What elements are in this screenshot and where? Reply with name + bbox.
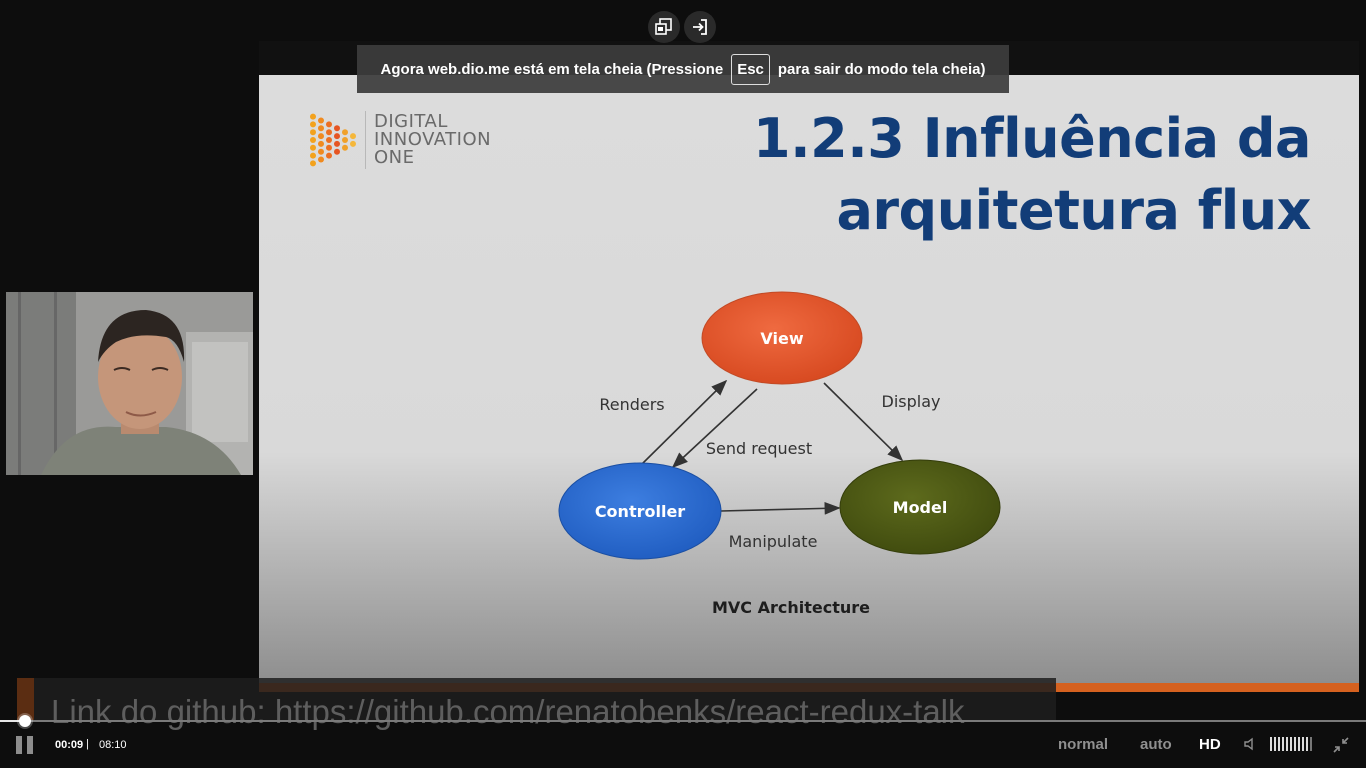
- top-controls: [648, 11, 716, 43]
- fullscreen-notice-before: Agora web.dio.me está em tela cheia (Pre…: [380, 60, 724, 78]
- exit-icon: [693, 19, 707, 35]
- exit-fullscreen-icon[interactable]: [1332, 736, 1350, 754]
- volume-bar: [1306, 737, 1308, 751]
- volume-icon[interactable]: [1243, 736, 1259, 752]
- edge-display-label: Display: [882, 392, 941, 411]
- time-separator: |: [86, 738, 89, 750]
- volume-bar: [1290, 737, 1292, 751]
- video-frame[interactable]: DIGITAL INNOVATION ONE 1.2.3 Influência …: [259, 41, 1359, 692]
- edge-send-request-label: Send request: [706, 439, 812, 458]
- volume-bar: [1286, 737, 1288, 751]
- diagram-caption: MVC Architecture: [712, 598, 870, 617]
- volume-slider[interactable]: [1270, 737, 1312, 751]
- volume-bar: [1270, 737, 1272, 751]
- webcam-video: [6, 292, 253, 475]
- picture-in-picture-icon: [655, 18, 672, 35]
- mvc-diagram: View Controller Model Renders Send reque…: [558, 291, 1001, 617]
- volume-bar: [1294, 737, 1296, 751]
- volume-bar: [1310, 737, 1312, 751]
- playback-speed-button[interactable]: normal: [1058, 736, 1108, 753]
- fullscreen-notice: Agora web.dio.me está em tela cheia (Pre…: [357, 45, 1009, 93]
- progress-track[interactable]: [0, 720, 1366, 722]
- edge-manipulate: [720, 501, 841, 515]
- node-view-label: View: [760, 329, 803, 348]
- quality-hd-button[interactable]: HD: [1199, 736, 1221, 753]
- edge-manipulate-label: Manipulate: [729, 532, 818, 551]
- node-model-label: Model: [893, 498, 948, 517]
- volume-bar: [1298, 737, 1300, 751]
- volume-bar: [1282, 737, 1284, 751]
- current-time: 00:09: [55, 739, 84, 751]
- player-controls: 00:09 | 08:10 normal auto HD: [0, 726, 1366, 768]
- pause-icon-bar-left: [16, 736, 22, 754]
- pause-icon-bar-right: [27, 736, 33, 754]
- presenter-image: [6, 292, 253, 475]
- quality-auto-button[interactable]: auto: [1140, 736, 1172, 753]
- picture-in-picture-button[interactable]: [648, 11, 680, 43]
- volume-bar: [1302, 737, 1304, 751]
- fullscreen-notice-after: para sair do modo tela cheia): [777, 60, 986, 78]
- pause-button[interactable]: [16, 736, 36, 756]
- volume-bar: [1274, 737, 1276, 751]
- volume-bar: [1278, 737, 1280, 751]
- exit-button[interactable]: [684, 11, 716, 43]
- edge-renders-label: Renders: [599, 395, 664, 414]
- total-time: 08:10: [99, 739, 127, 751]
- node-controller-label: Controller: [595, 502, 685, 521]
- slide-content: DIGITAL INNOVATION ONE 1.2.3 Influência …: [259, 75, 1359, 683]
- esc-key-badge: Esc: [731, 53, 770, 85]
